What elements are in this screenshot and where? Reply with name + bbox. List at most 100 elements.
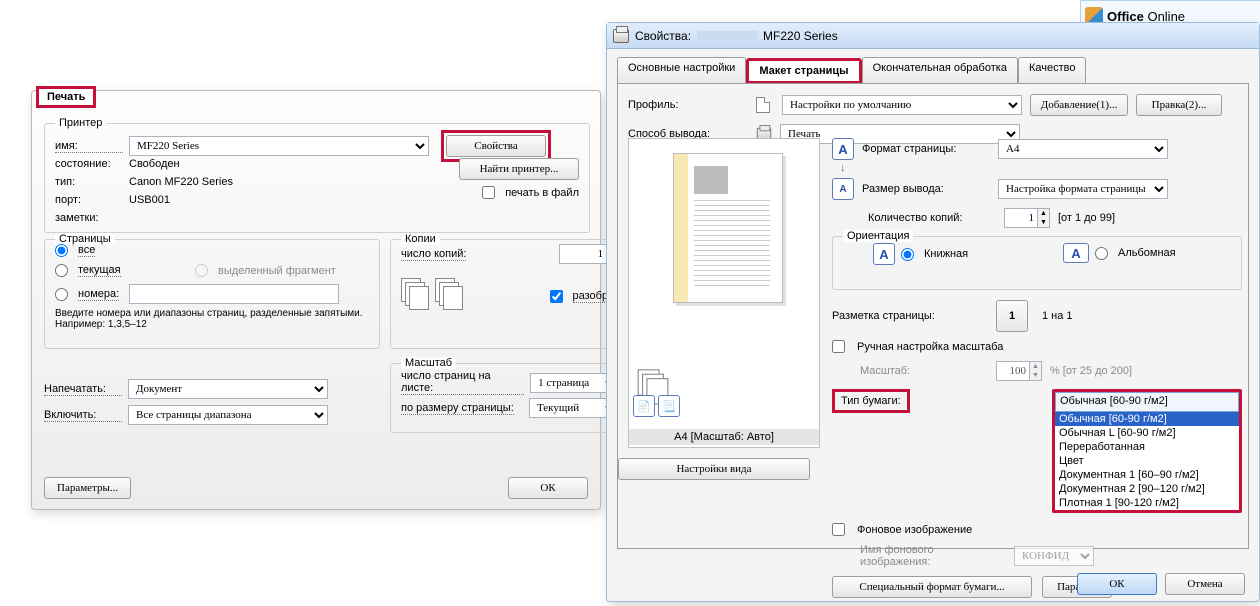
tab-layout[interactable]: Макет страницы <box>746 58 861 84</box>
papertype-option[interactable]: Обычная [60-90 г/м2] <box>1055 412 1239 426</box>
pps-label: число страниц на листе: <box>401 370 524 395</box>
printwhat-select[interactable]: Документ <box>128 379 328 399</box>
output-size-icon: A <box>832 178 854 200</box>
copies-group: Копии число копий: ▲▼ разобрат <box>390 239 630 349</box>
watermark-check[interactable] <box>832 523 845 536</box>
profile-select[interactable]: Настройки по умолчанию <box>782 95 1022 115</box>
pages-hint: Введите номера или диапазоны страниц, ра… <box>55 308 369 330</box>
scale-label: Масштаб: <box>860 365 988 377</box>
printer-type-value: Canon MF220 Series <box>129 176 233 188</box>
fit-label: по размеру страницы: <box>401 402 514 415</box>
pages-numbers-radio[interactable] <box>55 288 68 301</box>
copies-count-input[interactable] <box>559 244 607 264</box>
profile-icon <box>756 97 770 113</box>
layout-icon[interactable]: 1 <box>996 300 1028 332</box>
papertype-option[interactable]: Цвет <box>1055 454 1239 468</box>
printer-icon <box>613 29 629 43</box>
portrait-radio[interactable] <box>901 248 914 261</box>
papertype-option[interactable]: Плотная 1 [90-120 г/м2] <box>1055 496 1239 510</box>
properties-title-device: MF220 Series <box>763 29 838 43</box>
print-to-file-check[interactable] <box>482 186 495 199</box>
profile-edit-button[interactable]: Правка(2)... <box>1136 94 1222 116</box>
watermark-name-label: Имя фонового изображения: <box>860 544 1006 568</box>
pages-numbers-input[interactable] <box>129 284 339 304</box>
props-cancel-button[interactable]: Отмена <box>1165 573 1245 595</box>
layout-right-pane: A Формат страницы: A4 ↓ A Размер вывода:… <box>832 138 1242 606</box>
pages-current-radio[interactable] <box>55 264 68 277</box>
custom-paper-button[interactable]: Специальный формат бумаги... <box>832 576 1032 598</box>
include-select[interactable]: Все страницы диапазона <box>128 405 328 425</box>
layout-tab-panel: Профиль: Настройки по умолчанию Добавлен… <box>617 83 1249 549</box>
printer-group: Принтер имя: MF220 Series Свойства состо… <box>44 123 590 233</box>
papertype-current[interactable]: Обычная [60-90 г/м2] <box>1055 392 1239 412</box>
page-preview: 📄 📃 A4 [Масштаб: Авто] <box>628 138 820 448</box>
papertype-option[interactable]: Обычная L [60-90 г/м2] <box>1055 426 1239 440</box>
redacted-name <box>697 31 757 41</box>
printer-name-label: имя: <box>55 140 123 153</box>
papertype-dropdown[interactable]: Обычная [60-90 г/м2] Обычная [60-90 г/м2… <box>1052 389 1242 513</box>
properties-titlebar: Свойства: MF220 Series <box>607 23 1259 49</box>
printer-type-label: тип: <box>55 176 123 188</box>
watermark-label: Фоновое изображение <box>857 524 972 536</box>
printer-name-select[interactable]: MF220 Series <box>129 136 429 156</box>
copies-count-label: число копий: <box>401 248 466 261</box>
preview-landscape-icon[interactable]: 📃 <box>658 395 680 417</box>
props-ok-button[interactable]: ОК <box>1077 573 1157 595</box>
pages-numbers-label: номера: <box>78 288 119 301</box>
preview-portrait-icon[interactable]: 📄 <box>633 395 655 417</box>
print-dialog-title: Печать <box>36 86 96 108</box>
printer-port-label: порт: <box>55 194 123 206</box>
printer-port-value: USB001 <box>129 194 170 206</box>
layout-label: Разметка страницы: <box>832 310 988 322</box>
copies-label: Количество копий: <box>868 212 996 224</box>
profile-label: Профиль: <box>628 99 748 111</box>
arrow-down-icon: ↓ <box>840 162 1242 174</box>
tab-finish[interactable]: Окончательная обработка <box>862 57 1018 83</box>
profile-add-button[interactable]: Добавление(1)... <box>1030 94 1128 116</box>
papertype-option[interactable]: Документная 1 [60–90 г/м2] <box>1055 468 1239 482</box>
printer-state-value: Свободен <box>129 158 180 170</box>
collate-check[interactable] <box>550 290 563 303</box>
scale-range: % [от 25 до 200] <box>1050 365 1132 377</box>
copies-spinner[interactable]: ▲▼ <box>1038 208 1050 228</box>
printer-state-label: состояние: <box>55 158 123 170</box>
printer-legend: Принтер <box>55 117 106 129</box>
landscape-icon: A <box>1063 243 1089 263</box>
printer-properties-dialog: Свойства: MF220 Series Основные настройк… <box>606 22 1260 602</box>
collate-preview-icon <box>401 278 463 312</box>
tab-quality[interactable]: Качество <box>1018 57 1087 83</box>
pages-all-radio[interactable] <box>55 244 68 257</box>
pages-current-label: текущая <box>78 264 121 277</box>
scale-group: Масштаб число страниц на листе: 1 страни… <box>390 363 630 433</box>
preview-caption: A4 [Масштаб: Авто] <box>629 429 819 445</box>
manual-scale-check[interactable] <box>832 340 845 353</box>
preview-page-thumb <box>673 153 783 303</box>
view-settings-button[interactable]: Настройки вида <box>618 458 810 480</box>
copies-range: [от 1 до 99] <box>1058 212 1115 224</box>
orientation-legend: Ориентация <box>843 230 913 242</box>
scale-spinner: ▲▼ <box>1030 361 1042 381</box>
find-printer-button[interactable]: Найти принтер... <box>459 158 579 180</box>
landscape-radio[interactable] <box>1095 247 1108 260</box>
papertype-option[interactable]: Переработанная <box>1055 440 1239 454</box>
pages-selection-label: выделенный фрагмент <box>218 265 336 277</box>
output-size-select[interactable]: Настройка формата страницы <box>998 179 1168 199</box>
properties-title-label: Свойства: <box>635 29 691 43</box>
include-label: Включить: <box>44 409 122 422</box>
watermark-name-select: КОНФИД <box>1014 546 1094 566</box>
properties-button[interactable]: Свойства <box>446 135 546 157</box>
params-button[interactable]: Параметры... <box>44 477 131 499</box>
copies-input[interactable] <box>1004 208 1038 228</box>
page-size-select[interactable]: A4 <box>998 139 1168 159</box>
portrait-icon: A <box>873 243 895 265</box>
pages-group: Страницы все текущая выделенный фрагмент… <box>44 239 380 349</box>
print-to-file-label: печать в файл <box>505 187 579 199</box>
printer-notes-label: заметки: <box>55 212 123 224</box>
tab-basic[interactable]: Основные настройки <box>617 57 746 83</box>
papertype-option[interactable]: Документная 2 [90–120 г/м2] <box>1055 482 1239 496</box>
output-size-label: Размер вывода: <box>862 183 990 195</box>
printwhat-label: Напечатать: <box>44 383 122 396</box>
print-ok-button[interactable]: ОК <box>508 477 588 499</box>
page-size-icon: A <box>832 138 854 160</box>
properties-tabs: Основные настройки Макет страницы Оконча… <box>617 57 1249 83</box>
